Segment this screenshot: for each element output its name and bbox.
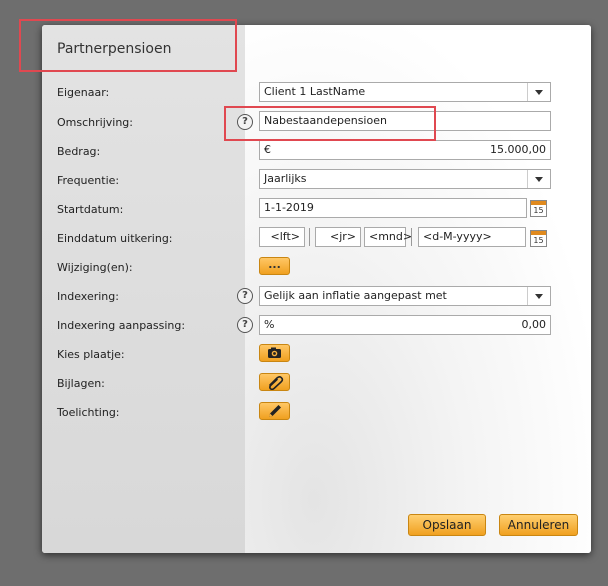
bedrag-label: Bedrag: xyxy=(57,145,101,158)
eigenaar-label: Eigenaar: xyxy=(57,86,110,99)
bijlagen-label: Bijlagen: xyxy=(57,377,105,390)
omschrijving-input[interactable]: Nabestaandepensioen xyxy=(259,111,551,131)
einddatum-label: Einddatum uitkering: xyxy=(57,232,173,245)
calendar-icon[interactable]: 15 xyxy=(530,230,547,247)
indexering-value: Gelijk aan inflatie aangepast met xyxy=(264,289,447,302)
eigenaar-select[interactable]: Client 1 LastName xyxy=(259,82,551,102)
chevron-down-icon[interactable] xyxy=(527,83,550,101)
startdatum-label: Startdatum: xyxy=(57,203,124,216)
help-icon[interactable]: ? xyxy=(237,288,253,304)
calendar-day: 15 xyxy=(533,206,544,215)
einddatum-jr-input[interactable]: <jr> xyxy=(315,227,361,247)
dialog-title: Partnerpensioen xyxy=(57,41,172,57)
help-icon[interactable]: ? xyxy=(237,317,253,333)
partnerpensioen-dialog: Partnerpensioen Eigenaar: Client 1 LastN… xyxy=(42,25,591,553)
cancel-button[interactable]: Annuleren xyxy=(499,514,578,536)
kies-plaatje-label: Kies plaatje: xyxy=(57,348,125,361)
eigenaar-value: Client 1 LastName xyxy=(264,85,366,98)
calendar-icon[interactable]: 15 xyxy=(530,200,547,217)
startdatum-input[interactable]: 1-1-2019 xyxy=(259,198,527,218)
einddatum-date-input[interactable]: <d-M-yyyy> xyxy=(418,227,526,247)
omschrijving-label: Omschrijving: xyxy=(57,116,133,129)
kies-plaatje-button[interactable] xyxy=(259,344,290,362)
chevron-down-icon[interactable] xyxy=(527,287,550,305)
indexering-aanpassing-label: Indexering aanpassing: xyxy=(57,319,186,332)
einddatum-mnd-input[interactable]: <mnd> xyxy=(364,227,412,247)
bijlagen-button[interactable] xyxy=(259,373,290,391)
frequentie-value: Jaarlijks xyxy=(264,172,307,185)
toelichting-button[interactable] xyxy=(259,402,290,420)
frequentie-select[interactable]: Jaarlijks xyxy=(259,169,551,189)
indexering-select[interactable]: Gelijk aan inflatie aangepast met xyxy=(259,286,551,306)
left-pane xyxy=(42,25,245,553)
paperclip-icon xyxy=(269,376,284,391)
bedrag-input[interactable]: € 15.000,00 xyxy=(259,140,551,160)
indexering-label: Indexering: xyxy=(57,290,119,303)
help-icon[interactable]: ? xyxy=(237,114,253,130)
toelichting-label: Toelichting: xyxy=(57,406,120,419)
save-button[interactable]: Opslaan xyxy=(408,514,486,536)
pencil-icon xyxy=(269,405,281,417)
indexering-aanpassing-value: 0,00 xyxy=(521,318,547,331)
currency-prefix: € xyxy=(264,143,271,156)
percent-prefix: % xyxy=(264,318,275,331)
wijziging-button[interactable]: ... xyxy=(259,257,290,275)
einddatum-lft-input[interactable]: <lft> xyxy=(259,227,305,247)
indexering-aanpassing-input[interactable]: % 0,00 xyxy=(259,315,551,335)
chevron-down-icon[interactable] xyxy=(527,170,550,188)
camera-icon xyxy=(268,347,281,358)
divider xyxy=(309,228,310,246)
calendar-day: 15 xyxy=(533,236,544,245)
frequentie-label: Frequentie: xyxy=(57,174,120,187)
bedrag-value: 15.000,00 xyxy=(490,143,546,156)
wijziging-label: Wijziging(en): xyxy=(57,261,133,274)
divider xyxy=(411,228,412,246)
